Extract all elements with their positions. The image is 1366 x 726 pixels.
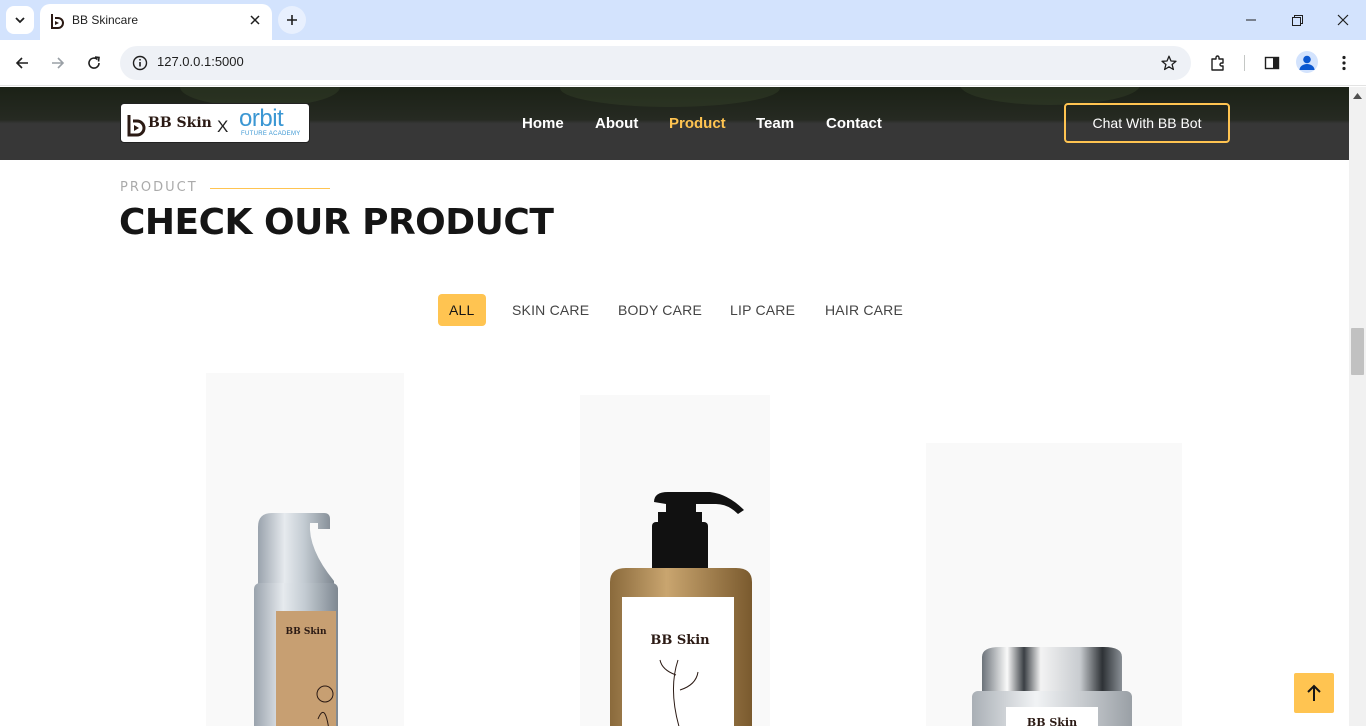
chat-bot-button[interactable]: Chat With BB Bot (1064, 103, 1230, 143)
browser-tab[interactable]: BB Skincare (40, 4, 272, 40)
filter-body-care[interactable]: BODY CARE (607, 294, 713, 326)
section-kicker: PRODUCT (120, 180, 198, 195)
filter-all[interactable]: ALL (438, 294, 486, 326)
url-text[interactable]: 127.0.0.1:5000 (157, 54, 244, 69)
serum-bottle-image: BB Skin (254, 513, 338, 726)
tab-search-button[interactable] (6, 6, 34, 34)
product-card[interactable]: BB Skin (578, 395, 772, 726)
restore-button[interactable] (1274, 0, 1320, 40)
site-info-icon[interactable] (128, 51, 152, 75)
product-card[interactable]: BB Skin (926, 443, 1182, 726)
minimize-button[interactable] (1228, 0, 1274, 40)
close-window-button[interactable] (1320, 0, 1366, 40)
nav-home[interactable]: Home (522, 115, 564, 132)
puzzle-icon (1211, 55, 1224, 71)
page-viewport: BB Skin X orbit FUTURE ACADEMY Home Abou… (0, 87, 1349, 726)
nav-product[interactable]: Product (669, 115, 726, 132)
section-kicker-line (210, 188, 330, 189)
browser-tab-bar: BB Skincare (0, 0, 1366, 40)
pump-bottle-image: BB Skin (610, 492, 752, 726)
chevron-down-icon (15, 17, 25, 24)
product-card[interactable]: BB Skin (206, 373, 404, 726)
back-to-top-button[interactable] (1294, 673, 1334, 713)
new-tab-button[interactable] (278, 6, 306, 34)
plus-icon (287, 15, 297, 25)
product-label-brand: BB Skin (650, 633, 710, 648)
kebab-menu-icon (1342, 55, 1346, 71)
toolbar-separator (1244, 55, 1245, 71)
filter-lip-care[interactable]: LIP CARE (719, 294, 806, 326)
scroll-up-arrow-icon[interactable] (1349, 87, 1366, 104)
forward-button[interactable] (44, 49, 72, 77)
site-header: BB Skin X orbit FUTURE ACADEMY Home Abou… (0, 87, 1349, 160)
site-logo[interactable]: BB Skin X orbit FUTURE ACADEMY (120, 103, 310, 143)
bookmark-star-icon[interactable] (1157, 51, 1181, 75)
extensions-button[interactable] (1204, 49, 1232, 77)
cream-jar-image: BB Skin (972, 647, 1132, 726)
arrow-up-icon (1307, 684, 1321, 701)
side-panel-icon (1264, 56, 1280, 70)
nav-team[interactable]: Team (756, 115, 794, 132)
nav-contact[interactable]: Contact (826, 115, 882, 132)
side-panel-button[interactable] (1258, 49, 1286, 77)
address-bar[interactable]: 127.0.0.1:5000 (120, 46, 1191, 80)
product-label-brand: BB Skin (285, 627, 327, 637)
minimize-icon (1246, 19, 1256, 21)
logo-partner-subtext: FUTURE ACADEMY (241, 131, 301, 137)
product-label-brand: BB Skin (1027, 716, 1077, 726)
restore-icon (1291, 14, 1303, 26)
page-scrollbar[interactable] (1349, 87, 1366, 726)
bb-logo-icon (127, 115, 146, 137)
profile-avatar-icon[interactable] (1296, 51, 1318, 73)
nav-about[interactable]: About (595, 115, 638, 132)
browser-menu-button[interactable] (1330, 49, 1358, 77)
logo-x-text: X (217, 117, 229, 136)
reload-button[interactable] (80, 49, 108, 77)
scrollbar-thumb[interactable] (1351, 328, 1364, 375)
tab-title: BB Skincare (72, 13, 139, 27)
section-title: CHECK OUR PRODUCT (119, 202, 554, 243)
reload-icon (88, 56, 100, 69)
close-icon (1337, 14, 1349, 26)
logo-brand-text: BB Skin (148, 115, 212, 131)
filter-skin-care[interactable]: SKIN CARE (501, 294, 600, 326)
filter-hair-care[interactable]: HAIR CARE (814, 294, 914, 326)
arrow-right-icon (52, 57, 65, 69)
header-bg-decoration (560, 87, 780, 107)
close-tab-icon[interactable] (246, 11, 264, 29)
logo-partner-text: orbit (239, 105, 284, 132)
arrow-left-icon (15, 57, 28, 69)
back-button[interactable] (8, 49, 36, 77)
bb-favicon-icon (51, 14, 64, 29)
browser-toolbar: 127.0.0.1:5000 (0, 40, 1366, 86)
